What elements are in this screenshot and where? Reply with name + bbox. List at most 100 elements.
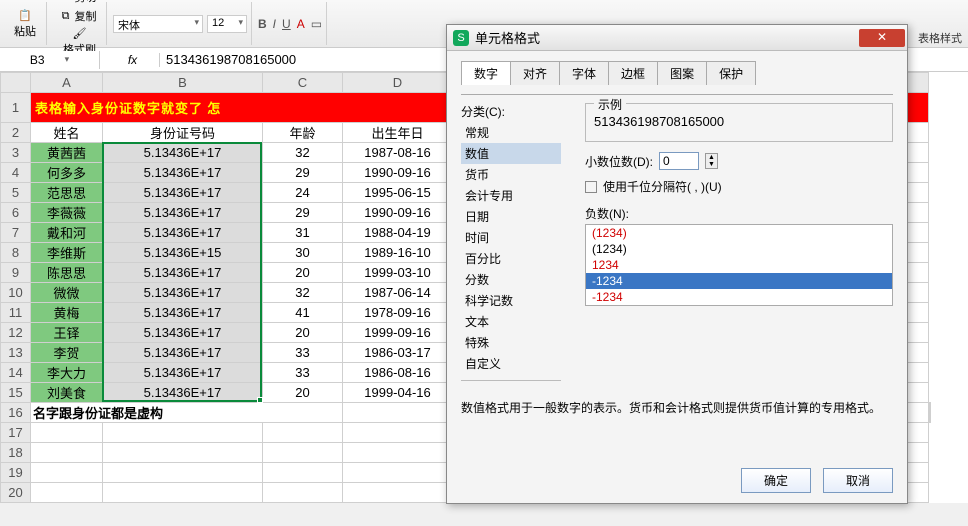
tab-3[interactable]: 边框 [608, 61, 658, 85]
category-item[interactable]: 科学记数 [461, 290, 561, 311]
paste-button[interactable]: 📋 粘贴 [8, 7, 42, 41]
dialog-titlebar[interactable]: S 单元格格式 ✕ [447, 25, 907, 51]
category-item[interactable]: 会计专用 [461, 185, 561, 206]
row-header[interactable]: 17 [1, 423, 31, 443]
row-header[interactable]: 3 [1, 143, 31, 163]
row-header[interactable]: 20 [1, 483, 31, 503]
cell-id[interactable]: 5.13436E+17 [103, 203, 263, 223]
cell-age[interactable]: 41 [263, 303, 343, 323]
tab-5[interactable]: 保护 [706, 61, 756, 85]
name-box[interactable]: B3 [0, 51, 100, 69]
category-item[interactable]: 常规 [461, 122, 561, 143]
cell-dob[interactable]: 1999-03-10 [343, 263, 453, 283]
cell-id[interactable]: 5.13436E+15 [103, 243, 263, 263]
category-item[interactable]: 百分比 [461, 248, 561, 269]
col-header-D[interactable]: D [343, 73, 453, 93]
cell-dob[interactable]: 1988-04-19 [343, 223, 453, 243]
cell-name[interactable]: 微微 [31, 283, 103, 303]
negative-list[interactable]: (1234)(1234)1234-1234-1234 [585, 224, 893, 306]
tab-4[interactable]: 图案 [657, 61, 707, 85]
cell[interactable] [31, 483, 103, 503]
row-header[interactable]: 5 [1, 183, 31, 203]
bold-button[interactable]: B [258, 17, 267, 31]
row-header[interactable]: 8 [1, 243, 31, 263]
cell[interactable] [103, 463, 263, 483]
cell-dob[interactable]: 1978-09-16 [343, 303, 453, 323]
cell[interactable] [103, 483, 263, 503]
cell-name[interactable]: 刘美食 [31, 383, 103, 403]
cell-id[interactable]: 5.13436E+17 [103, 183, 263, 203]
cell-id[interactable]: 5.13436E+17 [103, 263, 263, 283]
decimal-input[interactable]: 0 [659, 152, 699, 170]
tab-2[interactable]: 字体 [559, 61, 609, 85]
row-header[interactable]: 2 [1, 123, 31, 143]
fx-button[interactable]: fx [128, 53, 137, 67]
table-header-id[interactable]: 身份证号码 [103, 123, 263, 143]
cell-dob[interactable]: 1987-08-16 [343, 143, 453, 163]
cell-id[interactable]: 5.13436E+17 [103, 323, 263, 343]
fill-color-button[interactable]: ▭ [311, 17, 322, 31]
tab-0[interactable]: 数字 [461, 61, 511, 85]
row-header[interactable]: 18 [1, 443, 31, 463]
cell-name[interactable]: 李维斯 [31, 243, 103, 263]
category-item[interactable]: 数值 [461, 143, 561, 164]
cell[interactable] [343, 403, 453, 423]
cell-age[interactable]: 31 [263, 223, 343, 243]
cell[interactable] [263, 483, 343, 503]
cell-id[interactable]: 5.13436E+17 [103, 163, 263, 183]
cell-dob[interactable]: 1990-09-16 [343, 203, 453, 223]
cell[interactable] [103, 423, 263, 443]
decimal-spinner[interactable]: ▲▼ [705, 153, 718, 169]
cell[interactable] [31, 443, 103, 463]
col-header-A[interactable]: A [31, 73, 103, 93]
cell-age[interactable]: 33 [263, 343, 343, 363]
negative-option[interactable]: 1234 [586, 257, 892, 273]
cell-name[interactable]: 黄梅 [31, 303, 103, 323]
cell-dob[interactable]: 1995-06-15 [343, 183, 453, 203]
negative-option[interactable]: (1234) [586, 241, 892, 257]
cell-age[interactable]: 24 [263, 183, 343, 203]
cell[interactable] [263, 463, 343, 483]
table-header-dob[interactable]: 出生年日 [343, 123, 453, 143]
cell-name[interactable]: 李贺 [31, 343, 103, 363]
table-header-age[interactable]: 年龄 [263, 123, 343, 143]
cell-age[interactable]: 32 [263, 283, 343, 303]
chevron-up-icon[interactable]: ▲ [706, 154, 717, 161]
chevron-down-icon[interactable]: ▼ [706, 161, 717, 168]
row-header[interactable]: 19 [1, 463, 31, 483]
table-header-name[interactable]: 姓名 [31, 123, 103, 143]
cell-id[interactable]: 5.13436E+17 [103, 383, 263, 403]
cell[interactable] [343, 443, 453, 463]
ok-button[interactable]: 确定 [741, 468, 811, 493]
italic-button[interactable]: I [273, 17, 276, 31]
cell-dob[interactable]: 1999-09-16 [343, 323, 453, 343]
cell[interactable] [103, 443, 263, 463]
cell-dob[interactable]: 1987-06-14 [343, 283, 453, 303]
table-styles-label[interactable]: 表格样式 [918, 30, 962, 46]
category-item[interactable]: 时间 [461, 227, 561, 248]
category-item[interactable]: 货币 [461, 164, 561, 185]
cell-dob[interactable]: 1986-08-16 [343, 363, 453, 383]
cell-name[interactable]: 何多多 [31, 163, 103, 183]
footnote-cell[interactable]: 名字跟身份证都是虚构 [31, 403, 343, 423]
underline-button[interactable]: U [282, 17, 291, 31]
cell-dob[interactable]: 1986-03-17 [343, 343, 453, 363]
row-header[interactable]: 9 [1, 263, 31, 283]
cell-id[interactable]: 5.13436E+17 [103, 363, 263, 383]
category-list[interactable]: 常规数值货币会计专用日期时间百分比分数科学记数文本特殊自定义 [461, 122, 561, 381]
category-item[interactable]: 特殊 [461, 332, 561, 353]
font-size-select[interactable]: 12 [207, 15, 247, 33]
cell-dob[interactable]: 1999-04-16 [343, 383, 453, 403]
cell[interactable] [343, 423, 453, 443]
cell-name[interactable]: 李薇薇 [31, 203, 103, 223]
cell[interactable] [930, 403, 931, 423]
cancel-button[interactable]: 取消 [823, 468, 893, 493]
cell-id[interactable]: 5.13436E+17 [103, 303, 263, 323]
col-header-B[interactable]: B [103, 73, 263, 93]
cell-name[interactable]: 范思思 [31, 183, 103, 203]
negative-option[interactable]: -1234 [586, 273, 892, 289]
row-header[interactable]: 13 [1, 343, 31, 363]
row-header[interactable]: 14 [1, 363, 31, 383]
cell-dob[interactable]: 1990-09-16 [343, 163, 453, 183]
row-header[interactable]: 10 [1, 283, 31, 303]
